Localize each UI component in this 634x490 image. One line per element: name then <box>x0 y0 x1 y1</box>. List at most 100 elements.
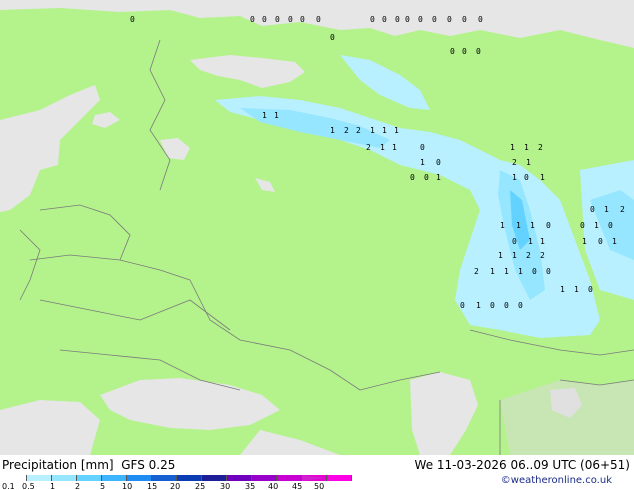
rain-value-label: 0 <box>462 15 467 24</box>
rain-value-label: 1 <box>274 111 279 120</box>
scale-tick-label: 1 <box>50 482 56 490</box>
scale-swatch <box>27 475 52 481</box>
rain-value-label: 0 <box>447 15 452 24</box>
rain-value-label: 2 <box>512 158 517 167</box>
rain-value-label: 1 <box>526 158 531 167</box>
scale-tick-label: 45 <box>292 482 303 490</box>
rain-value-label: 2 <box>540 251 545 260</box>
rain-value-label: 0 <box>590 205 595 214</box>
rain-value-label: 0 <box>370 15 375 24</box>
rain-value-label: 1 <box>394 126 399 135</box>
rain-value-label: 1 <box>540 173 545 182</box>
model-name: GFS 0.25 <box>121 458 176 472</box>
rain-value-label: 1 <box>392 143 397 152</box>
rain-value-label: 2 <box>474 267 479 276</box>
weather-map-screenshot: 0000000000000000000011122111211011210210… <box>0 0 634 490</box>
rain-value-label: 1 <box>436 173 441 182</box>
rain-value-label: 1 <box>500 221 505 230</box>
rain-value-label: 0 <box>420 143 425 152</box>
rain-value-label: 1 <box>370 126 375 135</box>
rain-value-label: 0 <box>405 15 410 24</box>
legend-bar: Precipitation [mm] GFS 0.25 We 11-03-202… <box>0 455 634 490</box>
scale-tick-label: 15 <box>147 482 158 490</box>
rain-value-label: 1 <box>380 143 385 152</box>
rain-value-label: 0 <box>275 15 280 24</box>
scale-tick-label: 50 <box>314 482 325 490</box>
rain-value-label: 0 <box>532 267 537 276</box>
scale-tick-label: 0.5 <box>22 482 35 490</box>
rain-value-label: 0 <box>395 15 400 24</box>
rain-value-label: 0 <box>588 285 593 294</box>
valid-time: We 11-03-2026 06..09 UTC (06+51) <box>414 458 630 472</box>
scale-tick-label: 2 <box>75 482 81 490</box>
rain-value-label: 0 <box>490 301 495 310</box>
rain-value-label: 1 <box>498 251 503 260</box>
rain-value-label: 1 <box>490 267 495 276</box>
rain-value-label: 1 <box>560 285 565 294</box>
rain-value-label: 0 <box>524 173 529 182</box>
rain-value-label: 2 <box>538 143 543 152</box>
scale-tick-label: 10 <box>122 482 133 490</box>
rain-value-label: 0 <box>546 221 551 230</box>
scale-swatch <box>227 475 252 481</box>
rain-value-label: 0 <box>432 15 437 24</box>
scale-swatch <box>202 475 227 481</box>
rain-value-label: 0 <box>598 237 603 246</box>
precipitation-map: 0 0 0 0 0 0 0 0 0 0 0 0 0 0 0 000 0 01 11 2 2 1 1 12 1 1 0 1 1 21 0 2 10… <box>0 0 634 455</box>
rain-value-label: 0 <box>546 267 551 276</box>
rain-value-label: 1 <box>512 173 517 182</box>
rain-value-label: 0 <box>418 15 423 24</box>
rain-value-label: 1 <box>420 158 425 167</box>
rain-value-label: 2 <box>620 205 625 214</box>
rain-value-label: 0 <box>460 301 465 310</box>
scale-swatch <box>52 475 77 481</box>
rain-value-label: 0 <box>250 15 255 24</box>
scale-swatch <box>2 475 27 481</box>
rain-value-label: 0 <box>130 15 135 24</box>
rain-value-label: 1 <box>604 205 609 214</box>
rain-value-label: 1 <box>476 301 481 310</box>
rain-value-label: 2 <box>344 126 349 135</box>
rain-value-label: 2 <box>366 143 371 152</box>
rain-value-label: 1 <box>540 237 545 246</box>
scale-swatch <box>277 475 302 481</box>
rain-value-label: 0 <box>410 173 415 182</box>
precip-title: Precipitation [mm] <box>2 458 114 472</box>
rain-value-label: 1 <box>516 221 521 230</box>
rain-value-label: 1 <box>582 237 587 246</box>
rain-value-label: 0 <box>262 15 267 24</box>
rain-value-label: 1 <box>594 221 599 230</box>
scale-swatch <box>177 475 202 481</box>
rain-value-label: 1 <box>262 111 267 120</box>
rain-value-label: 0 <box>316 15 321 24</box>
rain-value-label: 1 <box>530 221 535 230</box>
rain-value-label: 0 <box>518 301 523 310</box>
rain-value-label: 0 <box>476 47 481 56</box>
scale-swatch <box>77 475 102 481</box>
rain-value-label: 0 <box>450 47 455 56</box>
scale-swatch <box>127 475 152 481</box>
scale-tick-label: 20 <box>170 482 181 490</box>
scale-tick-label: 40 <box>268 482 279 490</box>
rain-value-label: 0 <box>424 173 429 182</box>
scale-swatch <box>252 475 277 481</box>
color-scale <box>2 475 352 481</box>
rain-value-label: 0 <box>288 15 293 24</box>
rain-value-label: 1 <box>574 285 579 294</box>
rain-value-label: 0 <box>462 47 467 56</box>
legend-title: Precipitation [mm] GFS 0.25 <box>2 458 175 472</box>
rain-value-label: 1 <box>382 126 387 135</box>
rain-value-label: 0 <box>580 221 585 230</box>
rain-value-label: 0 <box>436 158 441 167</box>
rain-value-label: 1 <box>512 251 517 260</box>
sea-bottom-left <box>0 400 100 455</box>
rain-value-label: 1 <box>330 126 335 135</box>
scale-swatch <box>102 475 127 481</box>
rain-value-label: 0 <box>504 301 509 310</box>
credit-link[interactable]: ©weatheronline.co.uk <box>501 475 612 486</box>
rain-value-label: 0 <box>512 237 517 246</box>
rain-value-label: 2 <box>356 126 361 135</box>
color-scale-arrow <box>302 475 326 481</box>
scale-tick-label: 5 <box>100 482 106 490</box>
rain-value-label: 1 <box>528 237 533 246</box>
